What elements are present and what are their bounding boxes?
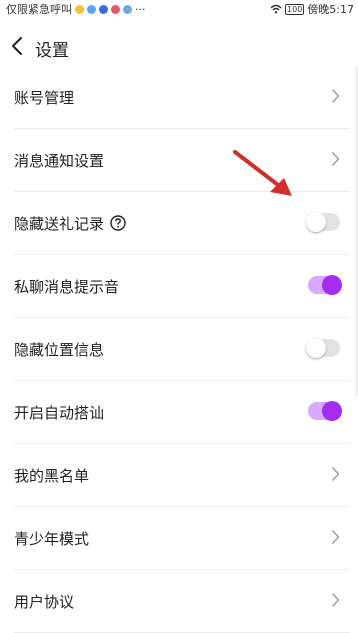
back-arrow-icon[interactable] [10, 36, 24, 56]
hide-location-toggle[interactable] [306, 338, 340, 358]
carrier-text: 仅限紧急呼叫 [6, 3, 72, 16]
annotation-arrow-icon [233, 150, 292, 196]
app-notification-icon [87, 4, 96, 14]
settings-item-blacklist[interactable]: 我的黑名单 [14, 444, 350, 507]
settings-item-label: 我的黑名单 [14, 466, 90, 485]
toggle-knob [322, 275, 342, 295]
app-notification-icon [123, 4, 132, 14]
question-mark-icon[interactable] [110, 215, 126, 231]
chevron-right-icon [331, 530, 340, 544]
clock: 傍晚5:17 [307, 3, 354, 16]
status-bar: 仅限紧急呼叫 ··· 100 傍晚5:17 [0, 0, 358, 16]
settings-item-label: 开启自动搭讪 [14, 403, 105, 422]
chevron-right-icon [331, 593, 340, 607]
toggle-knob [306, 212, 326, 232]
app-notification-icon [75, 4, 84, 14]
toggle-knob [306, 338, 326, 358]
more-notifications-icon: ··· [135, 2, 146, 16]
settings-list: 账号管理 消息通知设置 隐藏送礼记录 私聊消息提示音 隐藏位置信息 开启自动搭讪… [0, 66, 358, 633]
settings-item-teen-mode[interactable]: 青少年模式 [14, 507, 350, 570]
app-notification-icon [99, 4, 108, 14]
settings-item-private-chat-sound: 私聊消息提示音 [14, 255, 350, 318]
settings-item-hide-location: 隐藏位置信息 [14, 318, 350, 381]
toggle-knob [322, 401, 342, 421]
settings-item-label: 私聊消息提示音 [14, 277, 120, 296]
settings-item-label: 青少年模式 [14, 529, 90, 548]
battery-icon: 100 [285, 3, 305, 15]
hide-gift-records-toggle[interactable] [306, 212, 340, 232]
chevron-right-icon [331, 89, 340, 103]
status-left: 仅限紧急呼叫 ··· [6, 1, 146, 17]
header: 设置 [0, 26, 358, 66]
page-title: 设置 [35, 41, 69, 61]
settings-item-user-agreement[interactable]: 用户协议 [14, 570, 350, 633]
settings-item-label: 消息通知设置 [14, 151, 105, 170]
settings-item-label: 用户协议 [14, 592, 75, 611]
settings-item-account[interactable]: 账号管理 [14, 66, 350, 129]
settings-item-auto-chat: 开启自动搭讪 [14, 381, 350, 444]
settings-item-label: 隐藏位置信息 [14, 340, 105, 359]
private-chat-sound-toggle[interactable] [308, 275, 342, 295]
app-notification-icon [111, 4, 120, 14]
status-right: 100 傍晚5:17 [270, 1, 354, 17]
chevron-right-icon [331, 467, 340, 481]
wifi-icon [270, 4, 282, 14]
settings-item-label: 账号管理 [14, 88, 75, 107]
auto-chat-toggle[interactable] [308, 401, 342, 421]
chevron-right-icon [331, 152, 340, 166]
settings-item-label: 隐藏送礼记录 [14, 214, 105, 233]
